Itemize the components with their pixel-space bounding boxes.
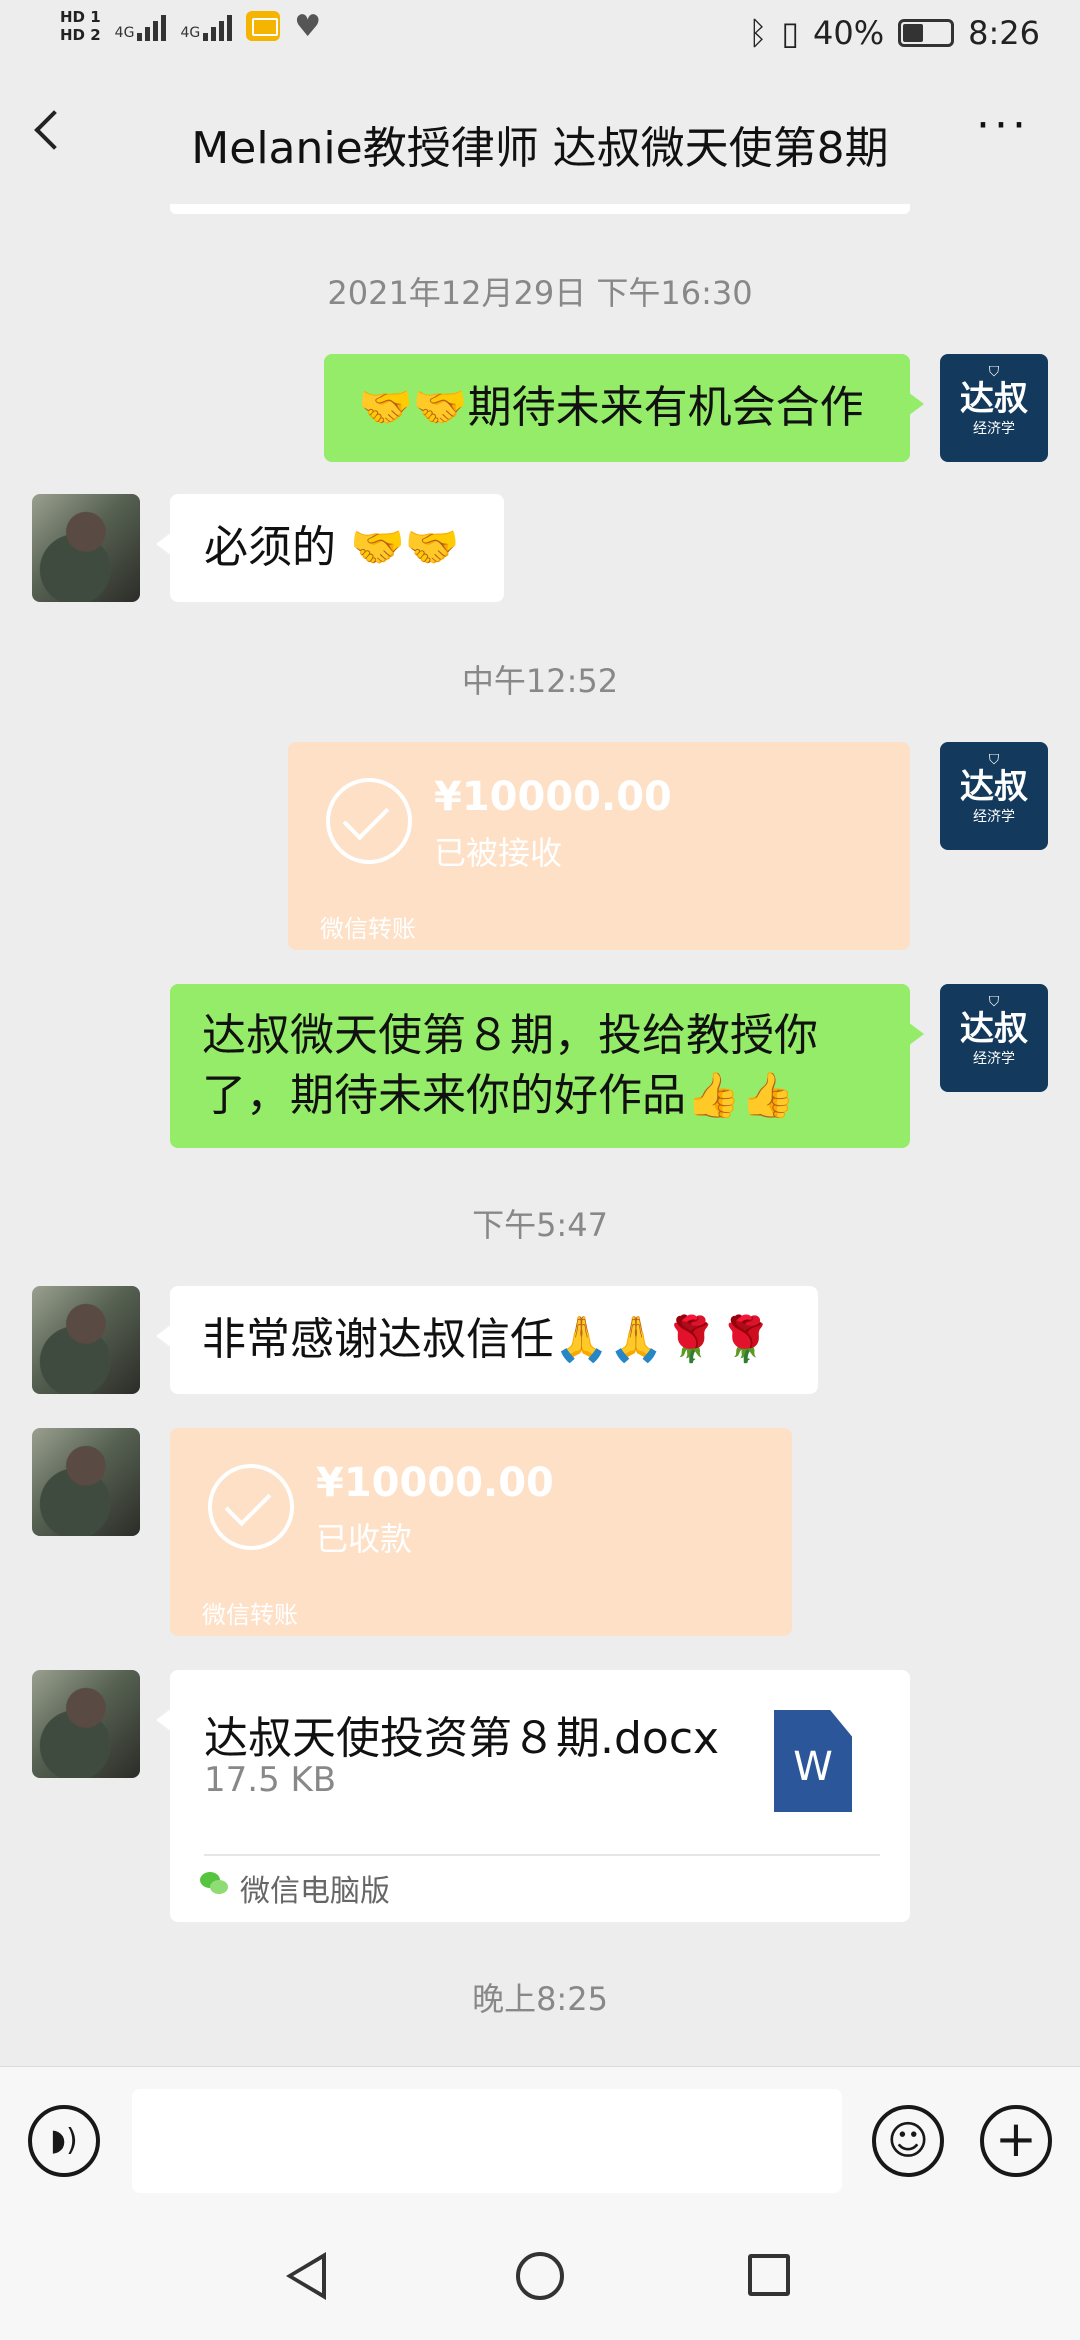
emoji-icon[interactable]: ☺ <box>872 2105 944 2177</box>
avatar-logo-subtext: 经济学 <box>973 809 1015 825</box>
message-bubble-self[interactable]: 达叔微天使第８期，投给教授你了，期待未来你的好作品👍👍 <box>170 984 924 1148</box>
divider <box>204 1854 880 1856</box>
transfer-amount: ¥10000.00 <box>434 774 672 820</box>
avatar-logo-subtext: 经济学 <box>973 1051 1015 1067</box>
chat-header: Melanie教授律师 达叔微天使第8期 ··· <box>0 100 1080 180</box>
input-bar: ◗) ☺ + <box>0 2066 1080 2214</box>
vibrate-icon: ▯ <box>781 14 800 52</box>
file-name: 达叔天使投资第８期.docx <box>204 1713 720 1764</box>
avatar-contact[interactable] <box>32 1286 140 1394</box>
sim1-label: HD 1 <box>60 8 101 26</box>
avatar-self[interactable]: ⛉ 达叔 经济学 <box>940 742 1048 850</box>
avatar-contact[interactable] <box>32 1670 140 1778</box>
timestamp: 下午5:47 <box>472 1206 608 1244</box>
battery-percent: 40% <box>813 14 885 52</box>
avatar-contact[interactable] <box>32 1428 140 1536</box>
chat-title: Melanie教授律师 达叔微天使第8期 <box>191 123 889 174</box>
transfer-amount: ¥10000.00 <box>316 1460 554 1506</box>
file-source: 微信电脑版 <box>240 1874 390 1909</box>
network-type-1: 4G <box>114 25 135 41</box>
avatar-logo-text: 达叔 <box>960 767 1028 807</box>
sim2-label: HD 2 <box>60 26 101 44</box>
sim-labels: HD 1 HD 2 <box>60 8 101 44</box>
check-circle-icon <box>208 1464 294 1550</box>
avatar-logo-text: 达叔 <box>960 379 1028 419</box>
plus-icon[interactable]: + <box>980 2105 1052 2177</box>
word-doc-icon: W <box>774 1710 852 1812</box>
battery-icon <box>898 19 955 47</box>
mail-icon <box>246 11 281 41</box>
nav-recents-icon[interactable] <box>748 2254 790 2296</box>
status-bar: HD 1 HD 2 4G 4G ♥ ᛒ ▯ 40% 8:26 <box>0 0 1080 72</box>
avatar-self[interactable]: ⛉ 达叔 经济学 <box>940 984 1048 1092</box>
transfer-footer: 微信转账 <box>202 1601 298 1629</box>
transfer-card-self[interactable]: ¥10000.00 已被接收 微信转账 <box>288 742 910 950</box>
voice-icon[interactable]: ◗) <box>28 2105 100 2177</box>
signal-icon: 4G <box>115 11 167 41</box>
signal-icon-2: 4G <box>180 11 233 41</box>
transfer-status: 已被接收 <box>434 834 563 872</box>
check-circle-icon <box>326 778 412 864</box>
avatar-self[interactable]: ⛉ 达叔 经济学 <box>940 354 1048 462</box>
message-bubble-contact[interactable]: 必须的 🤝🤝 <box>156 494 504 602</box>
nav-home-icon[interactable] <box>516 2252 564 2300</box>
wechat-icon <box>200 1872 230 1898</box>
timestamp: 2021年12月29日 下午16:30 <box>327 274 753 312</box>
message-input[interactable] <box>132 2089 842 2193</box>
logo-icon: ⛉ <box>988 752 1000 768</box>
network-type-2: 4G <box>180 25 201 41</box>
avatar-logo-subtext: 经济学 <box>973 421 1015 437</box>
nav-back-icon[interactable] <box>286 2252 326 2300</box>
clock: 8:26 <box>968 14 1040 52</box>
more-options-icon[interactable]: ··· <box>976 100 1030 151</box>
system-navigation-bar <box>0 2214 1080 2340</box>
transfer-card-contact[interactable]: ¥10000.00 已收款 微信转账 <box>170 1428 792 1636</box>
avatar-contact[interactable] <box>32 494 140 602</box>
timestamp: 晚上8:25 <box>472 1980 608 2018</box>
logo-icon: ⛉ <box>988 994 1000 1010</box>
health-icon: ♥ <box>294 8 322 44</box>
avatar-logo-text: 达叔 <box>960 1009 1028 1049</box>
previous-message-edge <box>170 204 910 214</box>
file-message-card[interactable]: 达叔天使投资第８期.docx 17.5 KB W 微信电脑版 <box>156 1670 910 1922</box>
transfer-footer: 微信转账 <box>320 915 416 943</box>
transfer-status: 已收款 <box>316 1520 413 1558</box>
bluetooth-icon: ᛒ <box>748 14 768 52</box>
message-bubble-self[interactable]: 🤝🤝期待未来有机会合作 <box>324 354 924 462</box>
logo-icon: ⛉ <box>988 364 1000 380</box>
file-size: 17.5 KB <box>204 1760 337 1800</box>
message-bubble-contact[interactable]: 非常感谢达叔信任🙏🙏🌹🌹 <box>156 1286 818 1394</box>
timestamp: 中午12:52 <box>461 662 619 700</box>
